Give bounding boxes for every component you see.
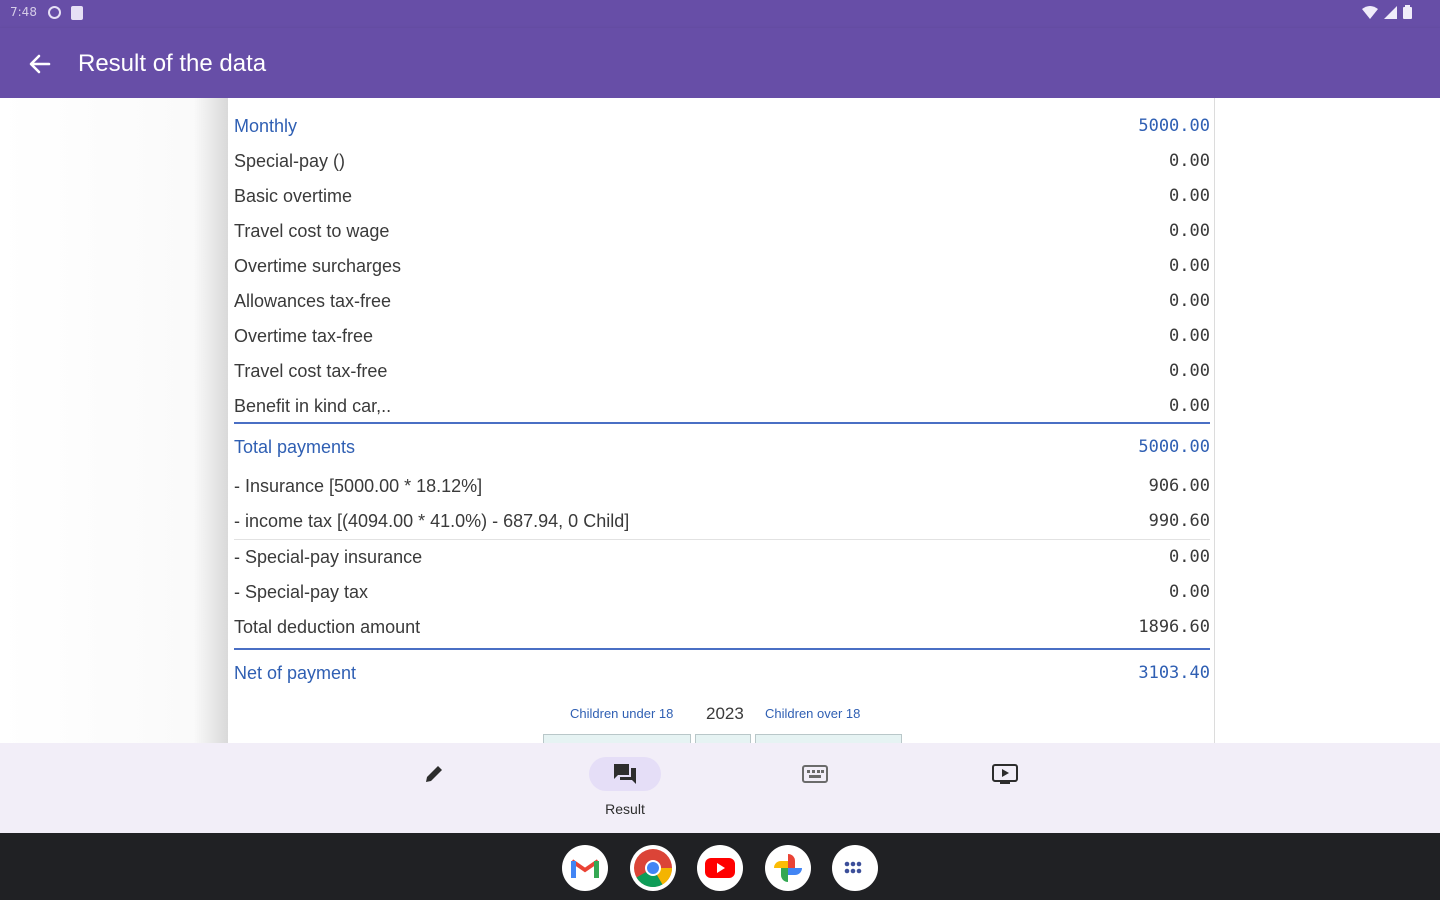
monthly-value: 5000.00: [1138, 116, 1210, 136]
page-title: Result of the data: [78, 50, 267, 77]
deduction-row: - Special-pay tax 0.00: [234, 576, 1210, 608]
payment-value: 0.00: [1169, 361, 1210, 381]
children-over-field[interactable]: [755, 734, 902, 743]
deduction-row: - Special-pay insurance 0.00: [234, 541, 1210, 573]
nav-media[interactable]: [969, 757, 1041, 821]
payment-value: 0.00: [1169, 186, 1210, 206]
pencil-icon: [426, 766, 442, 782]
status-left-icons: [48, 6, 83, 20]
photos-icon[interactable]: [765, 845, 811, 891]
net-payment-label: Net of payment: [234, 663, 357, 683]
payment-value: 0.00: [1169, 326, 1210, 346]
deduction-value: 906.00: [1148, 476, 1210, 496]
nav-edit[interactable]: [398, 757, 470, 821]
payment-row: Travel cost tax-free 0.00: [234, 355, 1210, 387]
deduction-label: - Special-pay insurance: [234, 547, 423, 567]
system-dock: [0, 833, 1440, 900]
bottom-navigation: Result: [0, 743, 1440, 833]
payment-value: 0.00: [1169, 291, 1210, 311]
app-drawer-icon[interactable]: [832, 845, 878, 891]
tax-year-field[interactable]: [695, 734, 751, 743]
status-bar: 7:48: [0, 0, 1440, 28]
payment-row: Travel cost to wage 0.00: [234, 215, 1210, 247]
wifi-icon: [1362, 5, 1378, 19]
payment-label: Special-pay (): [234, 151, 346, 171]
youtube-glyph: [705, 858, 735, 878]
nav-result[interactable]: Result: [589, 757, 661, 821]
payment-label: Allowances tax-free: [234, 291, 392, 311]
deduction-row: - Insurance [5000.00 * 18.12%] 906.00: [234, 470, 1210, 502]
youtube-icon[interactable]: [697, 845, 743, 891]
gmail-glyph: [570, 859, 600, 878]
deduction-value: 0.00: [1169, 547, 1210, 567]
photos-glyph: [774, 854, 802, 882]
deduction-value: 990.60: [1148, 511, 1210, 531]
net-payment-value: 3103.40: [1138, 663, 1210, 683]
total-deduction-value: 1896.60: [1138, 617, 1210, 637]
total-payments-value: 5000.00: [1138, 437, 1210, 457]
tax-year: 2023: [706, 704, 744, 723]
payment-value: 0.00: [1169, 151, 1210, 171]
payment-label: Travel cost to wage: [234, 221, 390, 241]
result-content[interactable]: Monthly 5000.00 Special-pay () 0.00 Basi…: [0, 98, 1440, 743]
app-bar: Result of the data: [0, 28, 1440, 98]
payment-label: Benefit in kind car,..: [234, 396, 392, 416]
monthly-row: Monthly 5000.00: [234, 110, 1210, 142]
nav-pill: [969, 757, 1041, 791]
payment-row: Special-pay () 0.00: [234, 145, 1210, 177]
battery-icon: [1403, 5, 1412, 19]
monthly-label: Monthly: [234, 116, 298, 136]
payment-row: Basic overtime 0.00: [234, 180, 1210, 212]
divider: [234, 422, 1210, 424]
status-right-icons: [1362, 5, 1412, 19]
divider: [234, 648, 1210, 650]
chrome-glyph: [634, 849, 673, 888]
children-over-label: Children over 18: [765, 706, 861, 721]
result-card: Monthly 5000.00 Special-pay () 0.00 Basi…: [228, 98, 1215, 743]
play-screen-icon: [992, 764, 1018, 784]
status-time: 7:48: [10, 5, 37, 19]
cell-signal-icon: [1384, 5, 1397, 19]
total-deduction-label: Total deduction amount: [234, 617, 421, 637]
deduction-label: - income tax [(4094.00 * 41.0%) - 687.94…: [234, 511, 630, 531]
nav-label-result: Result: [605, 801, 645, 817]
deduction-row: - income tax [(4094.00 * 41.0%) - 687.94…: [234, 505, 1210, 537]
gmail-icon[interactable]: [562, 845, 608, 891]
app-drawer-glyph: [844, 861, 862, 874]
children-summary: Children under 18 2023 Children over 18: [228, 703, 1215, 725]
sd-card-icon: [71, 6, 83, 20]
payment-row: Allowances tax-free 0.00: [234, 285, 1210, 317]
payment-row: Benefit in kind car,.. 0.00: [234, 390, 1210, 422]
nav-pill: [779, 757, 851, 791]
keyboard-icon: [802, 765, 828, 783]
payment-label: Overtime tax-free: [234, 326, 374, 346]
chat-bubbles-icon: [614, 764, 636, 784]
total-payments-label: Total payments: [234, 437, 356, 457]
total-deduction-row: Total deduction amount 1896.60: [234, 611, 1210, 643]
back-button[interactable]: [22, 48, 58, 80]
left-margin: [0, 98, 228, 743]
nav-pill: [398, 757, 470, 791]
payment-value: 0.00: [1169, 396, 1210, 416]
payment-value: 0.00: [1169, 256, 1210, 276]
payment-row: Overtime tax-free 0.00: [234, 320, 1210, 352]
nav-keyboard[interactable]: [779, 757, 851, 821]
at-sign-icon: [48, 6, 61, 19]
payment-label: Overtime surcharges: [234, 256, 402, 276]
payment-value: 0.00: [1169, 221, 1210, 241]
arrow-left-icon: [29, 54, 51, 74]
payment-label: Basic overtime: [234, 186, 353, 206]
total-payments-row: Total payments 5000.00: [234, 431, 1210, 463]
divider: [234, 539, 1210, 540]
deduction-value: 0.00: [1169, 582, 1210, 602]
deduction-label: - Insurance [5000.00 * 18.12%]: [234, 476, 483, 496]
nav-pill-active: [589, 757, 661, 791]
deduction-label: - Special-pay tax: [234, 582, 369, 602]
children-under-label: Children under 18: [570, 706, 674, 721]
payment-label: Travel cost tax-free: [234, 361, 388, 381]
chrome-icon[interactable]: [630, 845, 676, 891]
payment-row: Overtime surcharges 0.00: [234, 250, 1210, 282]
net-payment-row: Net of payment 3103.40: [234, 657, 1210, 689]
children-under-field[interactable]: [543, 734, 691, 743]
